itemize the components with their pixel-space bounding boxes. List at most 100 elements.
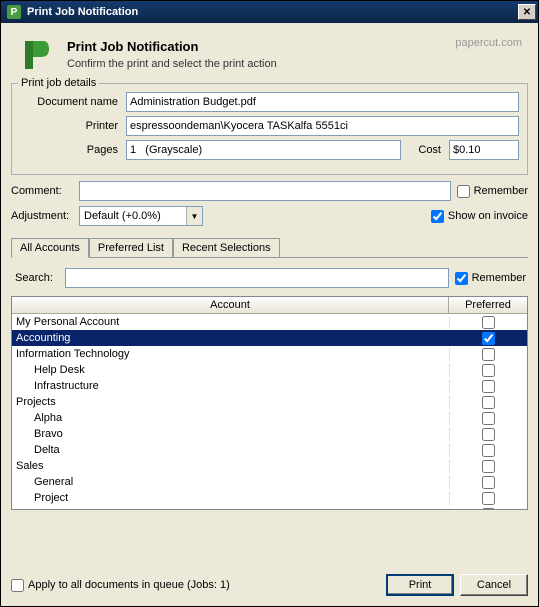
- account-cell: Help Desk: [12, 364, 449, 376]
- preferred-checkbox[interactable]: [482, 492, 495, 505]
- preferred-checkbox[interactable]: [482, 332, 495, 345]
- account-cell: Sales: [12, 460, 449, 472]
- table-header: Account Preferred: [12, 297, 527, 314]
- account-cell: Information Technology: [12, 348, 449, 360]
- adjustment-value: Default (+0.0%): [80, 210, 186, 222]
- document-name-field[interactable]: [126, 92, 519, 112]
- search-row: Search: Remember: [15, 268, 526, 288]
- table-row[interactable]: Support: [12, 506, 527, 509]
- pages-field[interactable]: [126, 140, 401, 160]
- preferred-checkbox[interactable]: [482, 476, 495, 489]
- header-subtitle: Confirm the print and select the print a…: [67, 58, 441, 70]
- brand-link[interactable]: papercut.com: [455, 37, 522, 49]
- comment-remember-label: Remember: [474, 185, 528, 197]
- header-area: Print Job Notification Confirm the print…: [1, 23, 538, 83]
- table-body[interactable]: My Personal Account Accounting Information…: [12, 314, 527, 509]
- details-legend: Print job details: [18, 77, 99, 89]
- adjustment-row: Adjustment: Default (+0.0%) ▼ Show on in…: [11, 206, 528, 226]
- preferred-cell: [449, 460, 527, 473]
- table-row[interactable]: Project: [12, 490, 527, 506]
- table-row[interactable]: Alpha: [12, 410, 527, 426]
- preferred-checkbox[interactable]: [482, 508, 495, 510]
- preferred-checkbox[interactable]: [482, 396, 495, 409]
- preferred-cell: [449, 364, 527, 377]
- comment-input[interactable]: [79, 181, 451, 201]
- table-row[interactable]: Sales: [12, 458, 527, 474]
- preferred-cell: [449, 396, 527, 409]
- account-cell: Delta: [12, 444, 449, 456]
- preferred-checkbox[interactable]: [482, 428, 495, 441]
- apply-all-checkbox[interactable]: [11, 579, 24, 592]
- comment-remember-checkbox[interactable]: [457, 185, 470, 198]
- table-row[interactable]: Delta: [12, 442, 527, 458]
- table-row[interactable]: General: [12, 474, 527, 490]
- printer-field[interactable]: [126, 116, 519, 136]
- chevron-down-icon[interactable]: ▼: [186, 207, 202, 225]
- tab-preferred-list[interactable]: Preferred List: [89, 238, 173, 258]
- preferred-cell: [449, 412, 527, 425]
- table-row[interactable]: Projects: [12, 394, 527, 410]
- print-button[interactable]: Print: [386, 574, 454, 596]
- preferred-checkbox[interactable]: [482, 364, 495, 377]
- table-row[interactable]: Information Technology: [12, 346, 527, 362]
- search-remember-label: Remember: [472, 272, 526, 284]
- preferred-cell: [449, 316, 527, 329]
- preferred-checkbox[interactable]: [482, 412, 495, 425]
- preferred-cell: [449, 332, 527, 345]
- footer: Apply to all documents in queue (Jobs: 1…: [1, 564, 538, 606]
- search-remember[interactable]: Remember: [455, 272, 526, 285]
- comment-remember[interactable]: Remember: [457, 185, 528, 198]
- preferred-checkbox[interactable]: [482, 316, 495, 329]
- printer-label: Printer: [20, 120, 122, 132]
- cost-label: Cost: [415, 144, 445, 156]
- search-remember-checkbox[interactable]: [455, 272, 468, 285]
- preferred-checkbox[interactable]: [482, 460, 495, 473]
- show-on-invoice-label: Show on invoice: [448, 210, 528, 222]
- pages-label: Pages: [20, 144, 122, 156]
- papercut-icon: [19, 37, 53, 71]
- account-cell: Support: [12, 508, 449, 509]
- table-row[interactable]: My Personal Account: [12, 314, 527, 330]
- preferred-cell: [449, 348, 527, 361]
- search-input[interactable]: [65, 268, 449, 288]
- apply-all[interactable]: Apply to all documents in queue (Jobs: 1…: [11, 579, 230, 592]
- account-cell: Accounting: [12, 332, 449, 344]
- show-on-invoice-checkbox[interactable]: [431, 210, 444, 223]
- apply-all-label: Apply to all documents in queue (Jobs: 1…: [28, 579, 230, 591]
- window-title: Print Job Notification: [27, 6, 518, 18]
- preferred-checkbox[interactable]: [482, 348, 495, 361]
- document-label: Document name: [20, 96, 122, 108]
- cancel-button[interactable]: Cancel: [460, 574, 528, 596]
- header-title: Print Job Notification: [67, 39, 441, 54]
- table-row[interactable]: Accounting: [12, 330, 527, 346]
- content-area: Print job details Document name Printer …: [1, 83, 538, 564]
- preferred-checkbox[interactable]: [482, 444, 495, 457]
- column-account[interactable]: Account: [12, 297, 449, 313]
- tab-all-accounts[interactable]: All Accounts: [11, 238, 89, 258]
- preferred-cell: [449, 428, 527, 441]
- details-groupbox: Print job details Document name Printer …: [11, 83, 528, 175]
- table-row[interactable]: Help Desk: [12, 362, 527, 378]
- pages-row: Pages Cost: [20, 140, 519, 160]
- cost-field[interactable]: [449, 140, 519, 160]
- tab-recent-selections[interactable]: Recent Selections: [173, 238, 280, 258]
- printer-row: Printer: [20, 116, 519, 136]
- preferred-checkbox[interactable]: [482, 380, 495, 393]
- table-row[interactable]: Infrastructure: [12, 378, 527, 394]
- close-button[interactable]: ✕: [518, 4, 536, 20]
- accounts-tabstrip: All AccountsPreferred ListRecent Selecti…: [11, 237, 528, 258]
- show-on-invoice[interactable]: Show on invoice: [431, 210, 528, 223]
- comment-row: Comment: Remember: [11, 181, 528, 201]
- document-row: Document name: [20, 92, 519, 112]
- accounts-table: Account Preferred My Personal Account Acc…: [11, 296, 528, 510]
- preferred-cell: [449, 380, 527, 393]
- table-row[interactable]: Bravo: [12, 426, 527, 442]
- account-cell: Alpha: [12, 412, 449, 424]
- account-cell: Bravo: [12, 428, 449, 440]
- account-cell: Project: [12, 492, 449, 504]
- account-cell: My Personal Account: [12, 316, 449, 328]
- column-preferred[interactable]: Preferred: [449, 297, 527, 313]
- adjustment-combobox[interactable]: Default (+0.0%) ▼: [79, 206, 203, 226]
- dialog-window: P Print Job Notification ✕ Print Job Not…: [0, 0, 539, 607]
- account-cell: Infrastructure: [12, 380, 449, 392]
